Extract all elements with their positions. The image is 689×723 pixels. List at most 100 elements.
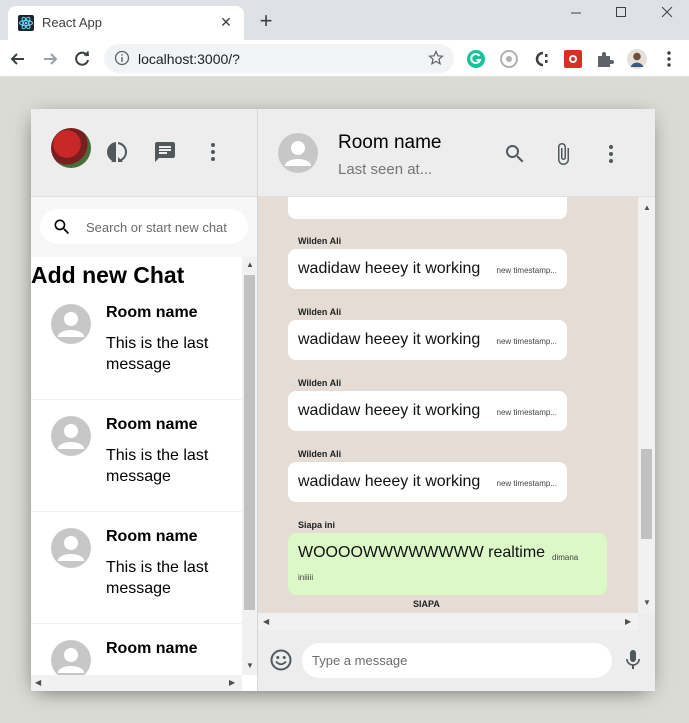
chat-icon[interactable] (153, 140, 177, 164)
chat-panel: Room name Last seen at... Wilden Ali wad… (258, 109, 655, 691)
message-sender: Wilden Ali (298, 449, 342, 459)
scroll-left-arrow-icon[interactable]: ◀ (35, 678, 41, 688)
message-input[interactable] (302, 643, 612, 678)
chat-body: Wilden Ali wadidaw heeey it working new … (258, 197, 655, 613)
message-bubble: wadidaw heeey it working new timestamp..… (288, 462, 567, 502)
react-logo-icon (18, 15, 34, 31)
scroll-up-arrow-icon[interactable]: ▲ (246, 260, 254, 270)
sidebar: Add new Chat Room name This is the last … (31, 109, 258, 691)
chat-last-message: This is the last message (106, 559, 209, 597)
chat-room-name: Room name (106, 528, 198, 545)
scrollbar-thumb[interactable] (244, 275, 255, 610)
scroll-left-arrow-icon[interactable]: ◀ (263, 617, 269, 627)
browser-tab-bar: React App ✕ + (0, 0, 689, 40)
message-timestamp: new timestamp... (496, 408, 557, 417)
person-icon (58, 424, 84, 449)
site-info-icon[interactable] (114, 50, 130, 66)
reload-icon[interactable] (72, 49, 92, 69)
extensions-puzzle-icon[interactable] (595, 49, 615, 69)
scroll-up-arrow-icon[interactable]: ▲ (643, 203, 651, 213)
chat-list-item[interactable]: Room name This is the last message (31, 288, 242, 400)
message-timestamp-part: dimana (552, 553, 579, 562)
sidebar-header (31, 109, 257, 197)
attach-file-icon[interactable] (551, 142, 575, 166)
close-tab-icon[interactable]: ✕ (218, 14, 234, 30)
close-window-icon[interactable] (657, 4, 677, 22)
message-text: wadidaw heeey it working (298, 260, 481, 277)
more-vert-icon[interactable] (201, 140, 225, 164)
search-input[interactable] (86, 217, 242, 237)
tab-title: React App (42, 15, 102, 30)
chat-vertical-scrollbar[interactable]: ▲ ▼ (638, 197, 655, 613)
maximize-icon[interactable] (611, 4, 631, 22)
search-icon (54, 219, 70, 235)
extension-red-icon[interactable] (563, 49, 583, 69)
more-vert-icon[interactable] (599, 142, 623, 166)
message-sender: SIAPA (413, 599, 440, 609)
chat-last-message: This is the last message (106, 447, 209, 485)
room-name: Room name (338, 132, 442, 153)
room-avatar (51, 304, 91, 344)
message-text: WOOOOWWWWWWWW realtime (298, 544, 546, 561)
message-sender: Siapa ini (298, 520, 336, 530)
mic-icon[interactable] (621, 648, 645, 672)
chat-room-name: Room name (106, 640, 198, 657)
message-sender: Wilden Ali (298, 307, 342, 317)
browser-tab[interactable]: React App ✕ (8, 6, 244, 40)
message-bubble-partial (288, 197, 567, 219)
message-bubble: wadidaw heeey it working new timestamp..… (288, 391, 567, 431)
scroll-right-arrow-icon[interactable]: ▶ (625, 617, 631, 627)
message-text: wadidaw heeey it working (298, 331, 481, 348)
browser-toolbar: localhost:3000/? (0, 40, 689, 77)
chat-list-item[interactable]: Room name This is the last message (31, 512, 242, 624)
message-text: wadidaw heeey it working (298, 473, 481, 490)
room-avatar (51, 640, 91, 675)
message-sender: Wilden Ali (298, 236, 342, 246)
chat-last-message: This is the last message (106, 335, 209, 373)
chat-footer (258, 630, 655, 691)
chat-header: Room name Last seen at... (258, 109, 655, 197)
address-bar[interactable]: localhost:3000/? (104, 44, 454, 73)
chat-list: Add new Chat Room name This is the last … (31, 257, 242, 675)
chat-room-name: Room name (106, 416, 198, 433)
room-avatar (51, 416, 91, 456)
scrollbar-thumb[interactable] (641, 449, 652, 539)
chat-list-horizontal-scrollbar[interactable]: ◀ ▶ (31, 675, 242, 691)
message-sender: Wilden Ali (298, 378, 342, 388)
room-avatar (51, 528, 91, 568)
message-timestamp: new timestamp... (496, 479, 557, 488)
emoji-icon[interactable] (269, 648, 293, 672)
sidebar-search (31, 197, 257, 257)
message-timestamp-part: iniiiii (298, 573, 314, 582)
user-avatar[interactable] (51, 128, 91, 168)
chat-list-item[interactable]: Room name This is the last message (31, 400, 242, 512)
message-text: wadidaw heeey it working (298, 402, 481, 419)
scroll-right-arrow-icon[interactable]: ▶ (229, 678, 235, 688)
room-avatar[interactable] (278, 133, 318, 173)
scroll-down-arrow-icon[interactable]: ▼ (643, 598, 651, 608)
person-icon (58, 648, 84, 673)
profile-avatar-icon[interactable] (627, 49, 647, 69)
search-icon[interactable] (503, 142, 527, 166)
chat-horizontal-scrollbar[interactable]: ◀ ▶ (258, 613, 638, 630)
chat-list-item[interactable]: Room name (31, 624, 242, 675)
last-seen-status: Last seen at... (338, 161, 433, 178)
extension-circle-icon[interactable] (499, 49, 519, 69)
add-new-chat-button[interactable]: Add new Chat (31, 262, 184, 289)
back-arrow-icon[interactable] (8, 49, 28, 69)
minimize-icon[interactable] (566, 4, 586, 22)
message-timestamp: new timestamp... (496, 266, 557, 275)
bookmark-star-icon[interactable] (428, 50, 444, 66)
chat-list-vertical-scrollbar[interactable]: ▲ ▼ (242, 257, 257, 675)
status-icon[interactable] (105, 140, 129, 164)
chat-app: Add new Chat Room name This is the last … (31, 109, 655, 691)
search-container (40, 209, 248, 244)
new-tab-button[interactable]: + (256, 10, 276, 32)
browser-menu-icon[interactable] (659, 49, 679, 69)
scroll-down-arrow-icon[interactable]: ▼ (246, 661, 254, 671)
url-text: localhost:3000/? (138, 51, 240, 67)
extension-c-icon[interactable] (531, 49, 551, 69)
message-bubble-own: WOOOOWWWWWWWW realtime dimana iniiiii (288, 533, 607, 595)
grammarly-extension-icon[interactable] (466, 49, 486, 69)
forward-arrow-icon[interactable] (40, 49, 60, 69)
